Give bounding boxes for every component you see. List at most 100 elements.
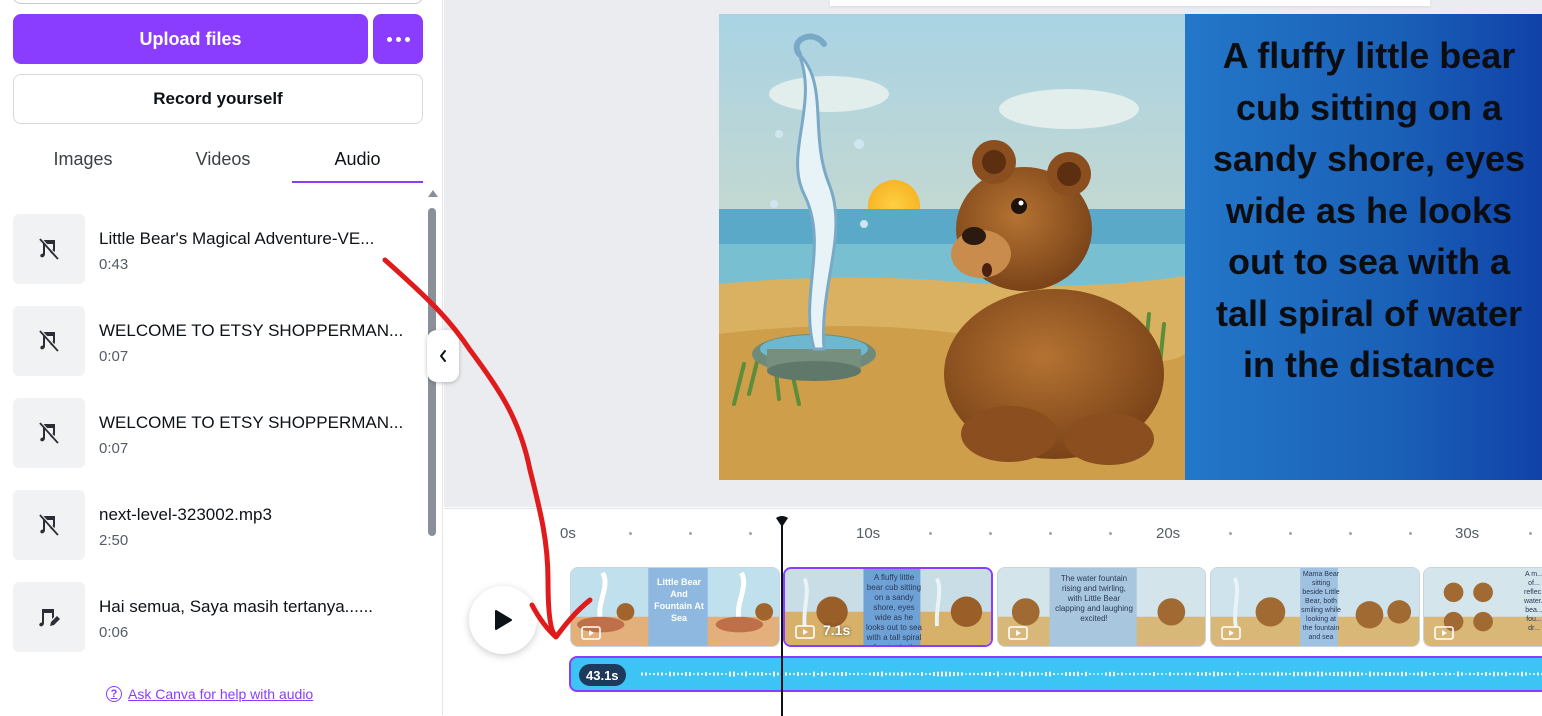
ruler-tick: [1229, 532, 1232, 535]
bear-fountain-illustration[interactable]: [719, 14, 1185, 480]
waveform-bar: [1041, 673, 1043, 675]
waveform-bar: [1349, 671, 1351, 677]
slide-text-panel[interactable]: A fluffy little bear cub sitting on a sa…: [1185, 14, 1542, 480]
tab-videos[interactable]: Videos: [153, 134, 293, 184]
slide-caption[interactable]: A fluffy little bear cub sitting on a sa…: [1199, 30, 1539, 391]
audio-off-icon: [39, 329, 60, 352]
waveform-bar: [1077, 671, 1079, 677]
timeline-clip[interactable]: Mama Bear sitting beside Little Bear, bo…: [1210, 567, 1420, 647]
waveform-bar: [725, 673, 727, 675]
waveform-bar: [1073, 672, 1075, 676]
waveform-bar: [809, 673, 811, 675]
ruler-tick: [629, 532, 632, 535]
search-field-edge[interactable]: [13, 0, 423, 4]
audio-thumbnail: [13, 306, 85, 376]
waveform-bar: [1089, 673, 1091, 675]
ruler-tick: [689, 532, 692, 535]
waveform-bar: [669, 671, 671, 677]
waveform-bar: [1313, 672, 1315, 676]
waveform-bar: [905, 672, 907, 676]
waveform-bar: [1129, 672, 1131, 676]
list-item[interactable]: WELCOME TO ETSY SHOPPERMAN... 0:07: [13, 394, 418, 468]
waveform-bar: [829, 673, 831, 675]
waveform-bar: [877, 672, 879, 676]
current-slide[interactable]: A fluffy little bear cub sitting on a sa…: [719, 14, 1542, 480]
record-yourself-button[interactable]: Record yourself: [13, 74, 423, 124]
list-item[interactable]: WELCOME TO ETSY SHOPPERMAN... 0:07: [13, 302, 418, 376]
scroll-up-arrow-icon[interactable]: [428, 190, 438, 197]
ask-canva-help-link[interactable]: ? Ask Canva for help with audio: [106, 686, 313, 702]
waveform-bar: [1161, 673, 1163, 675]
more-options-button[interactable]: [373, 14, 423, 64]
list-item[interactable]: Little Bear's Magical Adventure-VE... 0:…: [13, 210, 418, 284]
waveform-bar: [745, 671, 747, 677]
canvas-area: A fluffy little bear cub sitting on a sa…: [444, 0, 1542, 507]
waveform-bar: [1373, 672, 1375, 676]
waveform-bar: [769, 673, 771, 675]
waveform-bar: [1261, 672, 1263, 676]
waveform-bar: [1125, 673, 1127, 675]
waveform-bar: [957, 672, 959, 676]
question-circle-icon: ?: [106, 686, 122, 702]
audio-thumbnail: [13, 490, 85, 560]
waveform-bar: [793, 673, 795, 675]
waveform-bar: [1289, 673, 1291, 675]
waveform-bar: [1237, 671, 1239, 677]
upload-files-button[interactable]: Upload files: [13, 14, 368, 64]
audio-track-duration: 43.1s: [579, 664, 626, 686]
timeline-clip[interactable]: Little Bear And Fountain At Sea: [570, 567, 780, 647]
waveform-bar: [989, 672, 991, 676]
waveform-bar: [1473, 673, 1475, 675]
tab-audio[interactable]: Audio: [292, 134, 423, 184]
waveform-bar: [1049, 671, 1051, 677]
chevron-left-icon: [440, 350, 446, 362]
playhead[interactable]: [781, 521, 783, 716]
waveform-bar: [1093, 673, 1095, 675]
timeline-clip[interactable]: The water fountain rising and twirling, …: [997, 567, 1206, 647]
waveform-bar: [1525, 672, 1527, 676]
waveform-bar: [921, 672, 923, 676]
waveform-bar: [1393, 672, 1395, 676]
waveform-bar: [1325, 672, 1327, 676]
waveform-bar: [1173, 673, 1175, 675]
waveform-bar: [1061, 673, 1063, 675]
waveform-bar: [985, 672, 987, 676]
audio-off-icon: [39, 237, 60, 260]
waveform-bar: [837, 672, 839, 676]
waveform-bar: [1165, 673, 1167, 675]
list-item[interactable]: Hai semua, Saya masih tertanya...... 0:0…: [13, 578, 418, 652]
waveform-bar: [981, 672, 983, 676]
timeline-clip[interactable]: A m... of... reflec... water... bea... f…: [1423, 567, 1542, 647]
collapse-panel-button[interactable]: [427, 330, 459, 382]
waveform-bar: [901, 671, 903, 677]
waveform-bar: [785, 672, 787, 676]
waveform-bar: [1137, 673, 1139, 675]
waveform-bar: [961, 672, 963, 676]
ruler-tick: [1049, 532, 1052, 535]
audio-thumbnail: [13, 398, 85, 468]
waveform-bar: [1277, 671, 1279, 677]
more-dot: [404, 36, 410, 42]
waveform-bar: [969, 672, 971, 676]
play-button[interactable]: [469, 586, 537, 654]
waveform-bar: [913, 672, 915, 676]
waveform-bar: [1149, 672, 1151, 676]
clip-caption: Mama Bear sitting beside Little Bear, bo…: [1301, 571, 1341, 641]
list-item[interactable]: next-level-323002.mp3 2:50: [13, 486, 418, 560]
audio-track[interactable]: 43.1s: [569, 656, 1542, 692]
waveform-bar: [1257, 673, 1259, 675]
timeline-clip-selected[interactable]: A fluffy little bear cub sitting on a sa…: [783, 567, 993, 647]
waveform-bar: [729, 671, 731, 677]
waveform-bar: [1281, 672, 1283, 676]
ruler-tick: [989, 532, 992, 535]
waveform-bar: [881, 671, 883, 677]
waveform-bar: [1169, 672, 1171, 676]
tab-images[interactable]: Images: [13, 134, 153, 184]
waveform-bar: [1109, 671, 1111, 677]
waveform-bar: [1185, 672, 1187, 676]
waveform-bar: [949, 671, 951, 677]
waveform-bar: [1345, 672, 1347, 676]
waveform-bar: [1001, 673, 1003, 675]
ruler-tick: [929, 532, 932, 535]
waveform-bar: [845, 672, 847, 676]
